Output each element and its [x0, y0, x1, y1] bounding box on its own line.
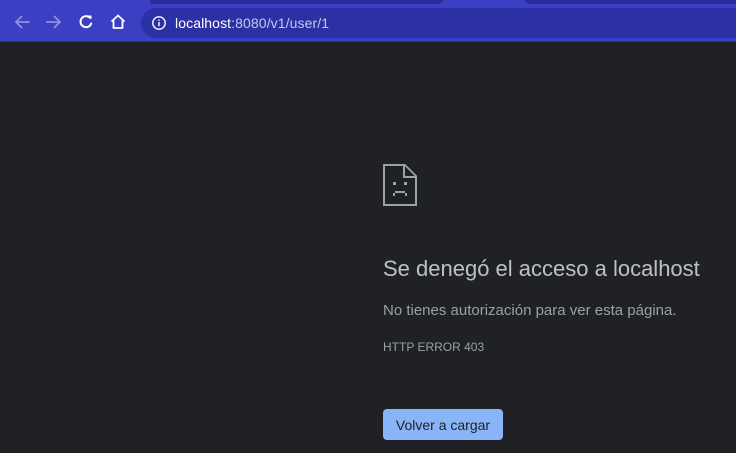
error-content: Se denegó el acceso a localhost No tiene…	[383, 164, 736, 440]
sad-document-icon	[383, 164, 417, 206]
tab-strip	[525, 0, 736, 4]
home-icon	[110, 14, 126, 29]
page-title: Se denegó el acceso a localhost	[383, 256, 700, 281]
url-path: :8080/v1/user/1	[231, 15, 330, 31]
error-description: No tienes autorización para ver esta pág…	[383, 302, 677, 319]
address-bar[interactable]: localhost:8080/v1/user/1	[141, 8, 736, 38]
arrow-left-icon	[15, 15, 30, 29]
url-text: localhost:8080/v1/user/1	[175, 15, 329, 31]
home-button[interactable]	[105, 9, 131, 35]
url-host: localhost	[175, 15, 232, 31]
back-button[interactable]	[9, 9, 35, 35]
tab-strip	[150, 0, 443, 4]
forward-button[interactable]	[41, 9, 67, 35]
arrow-right-icon	[46, 15, 61, 29]
info-icon[interactable]	[151, 15, 167, 31]
browser-toolbar: localhost:8080/v1/user/1	[0, 0, 736, 42]
reload-icon	[79, 15, 93, 29]
error-code: HTTP ERROR 403	[383, 340, 485, 354]
reload-button[interactable]	[73, 9, 99, 35]
reload-page-button[interactable]: Volver a cargar	[383, 409, 503, 440]
